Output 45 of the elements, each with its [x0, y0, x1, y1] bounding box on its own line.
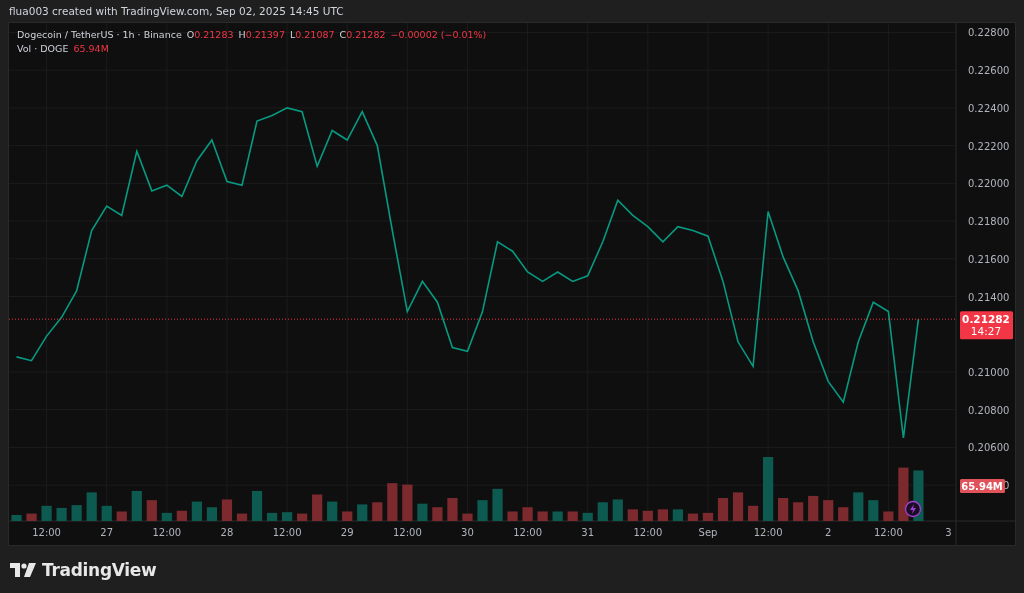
- time-axis-label: 29: [340, 527, 354, 538]
- time-axis-label: 30: [461, 527, 474, 538]
- price-axis-label: 0.21000: [968, 367, 1010, 378]
- logo-icon: [10, 562, 36, 577]
- price-axis-label: 0.22600: [968, 65, 1010, 77]
- price-axis-label: 0.21400: [968, 291, 1010, 303]
- time-axis-label: 2: [825, 527, 832, 538]
- time-axis-label: 12:00: [633, 527, 663, 538]
- time-axis-label: Sep: [698, 527, 718, 538]
- ohlc-value: 0.21397: [245, 29, 285, 40]
- price-axis-label: 0.20800: [968, 404, 1010, 416]
- symbol-title: Dogecoin / TetherUS · 1h · Binance: [17, 29, 182, 40]
- time-axis-label: 27: [100, 527, 114, 538]
- price-change: −0.00002 (−0.01%): [390, 29, 487, 40]
- ohlc-field-label: C: [339, 29, 347, 40]
- lightning-icon[interactable]: [904, 500, 922, 518]
- ohlc-field-label: O: [186, 29, 195, 40]
- time-axis-label: 12:00: [392, 527, 422, 538]
- price-axis-label: 0.21600: [968, 253, 1010, 265]
- time-axis-label: 12:00: [32, 527, 61, 538]
- time-axis-label: 31: [581, 527, 595, 538]
- time-axis-label: 12:00: [152, 527, 182, 538]
- price-axis-label: 0.22800: [968, 27, 1010, 39]
- ohlc-value: 0.21283: [194, 29, 234, 40]
- time-axis-label: 28: [220, 527, 234, 538]
- volume-indicator-title: Vol · DOGE: [17, 43, 69, 54]
- time-axis-label: 12:00: [753, 527, 783, 538]
- price-axis-label: 0.21800: [968, 216, 1010, 228]
- volume-badge: 65.94M: [960, 479, 1005, 493]
- ohlc-field-label: H: [238, 29, 246, 40]
- time-axis-label: 12:00: [873, 527, 903, 538]
- snapshot-caption: flua003 created with TradingView.com, Sep 02, 2025 14:45 UTC: [9, 5, 344, 17]
- time-axis-label: 12:00: [272, 527, 302, 538]
- time-axis-label: 3: [945, 527, 952, 538]
- ohlc-field-label: L: [289, 29, 296, 40]
- ohlc-value: 0.21087: [295, 29, 335, 40]
- ohlc-value: 0.21282: [346, 29, 386, 40]
- price-axis-label: 0.20600: [968, 442, 1010, 454]
- time-axis-label: 12:00: [513, 527, 542, 538]
- price-axis-label: 0.22000: [968, 178, 1010, 190]
- brand-name: TradingView: [42, 559, 157, 580]
- price-axis-label: 0.22200: [968, 140, 1010, 152]
- last-price-badge: 0.21282 14:27: [960, 311, 1013, 340]
- volume-value: 65.94M: [73, 43, 109, 54]
- price-axis-label: 0.22400: [968, 102, 1010, 114]
